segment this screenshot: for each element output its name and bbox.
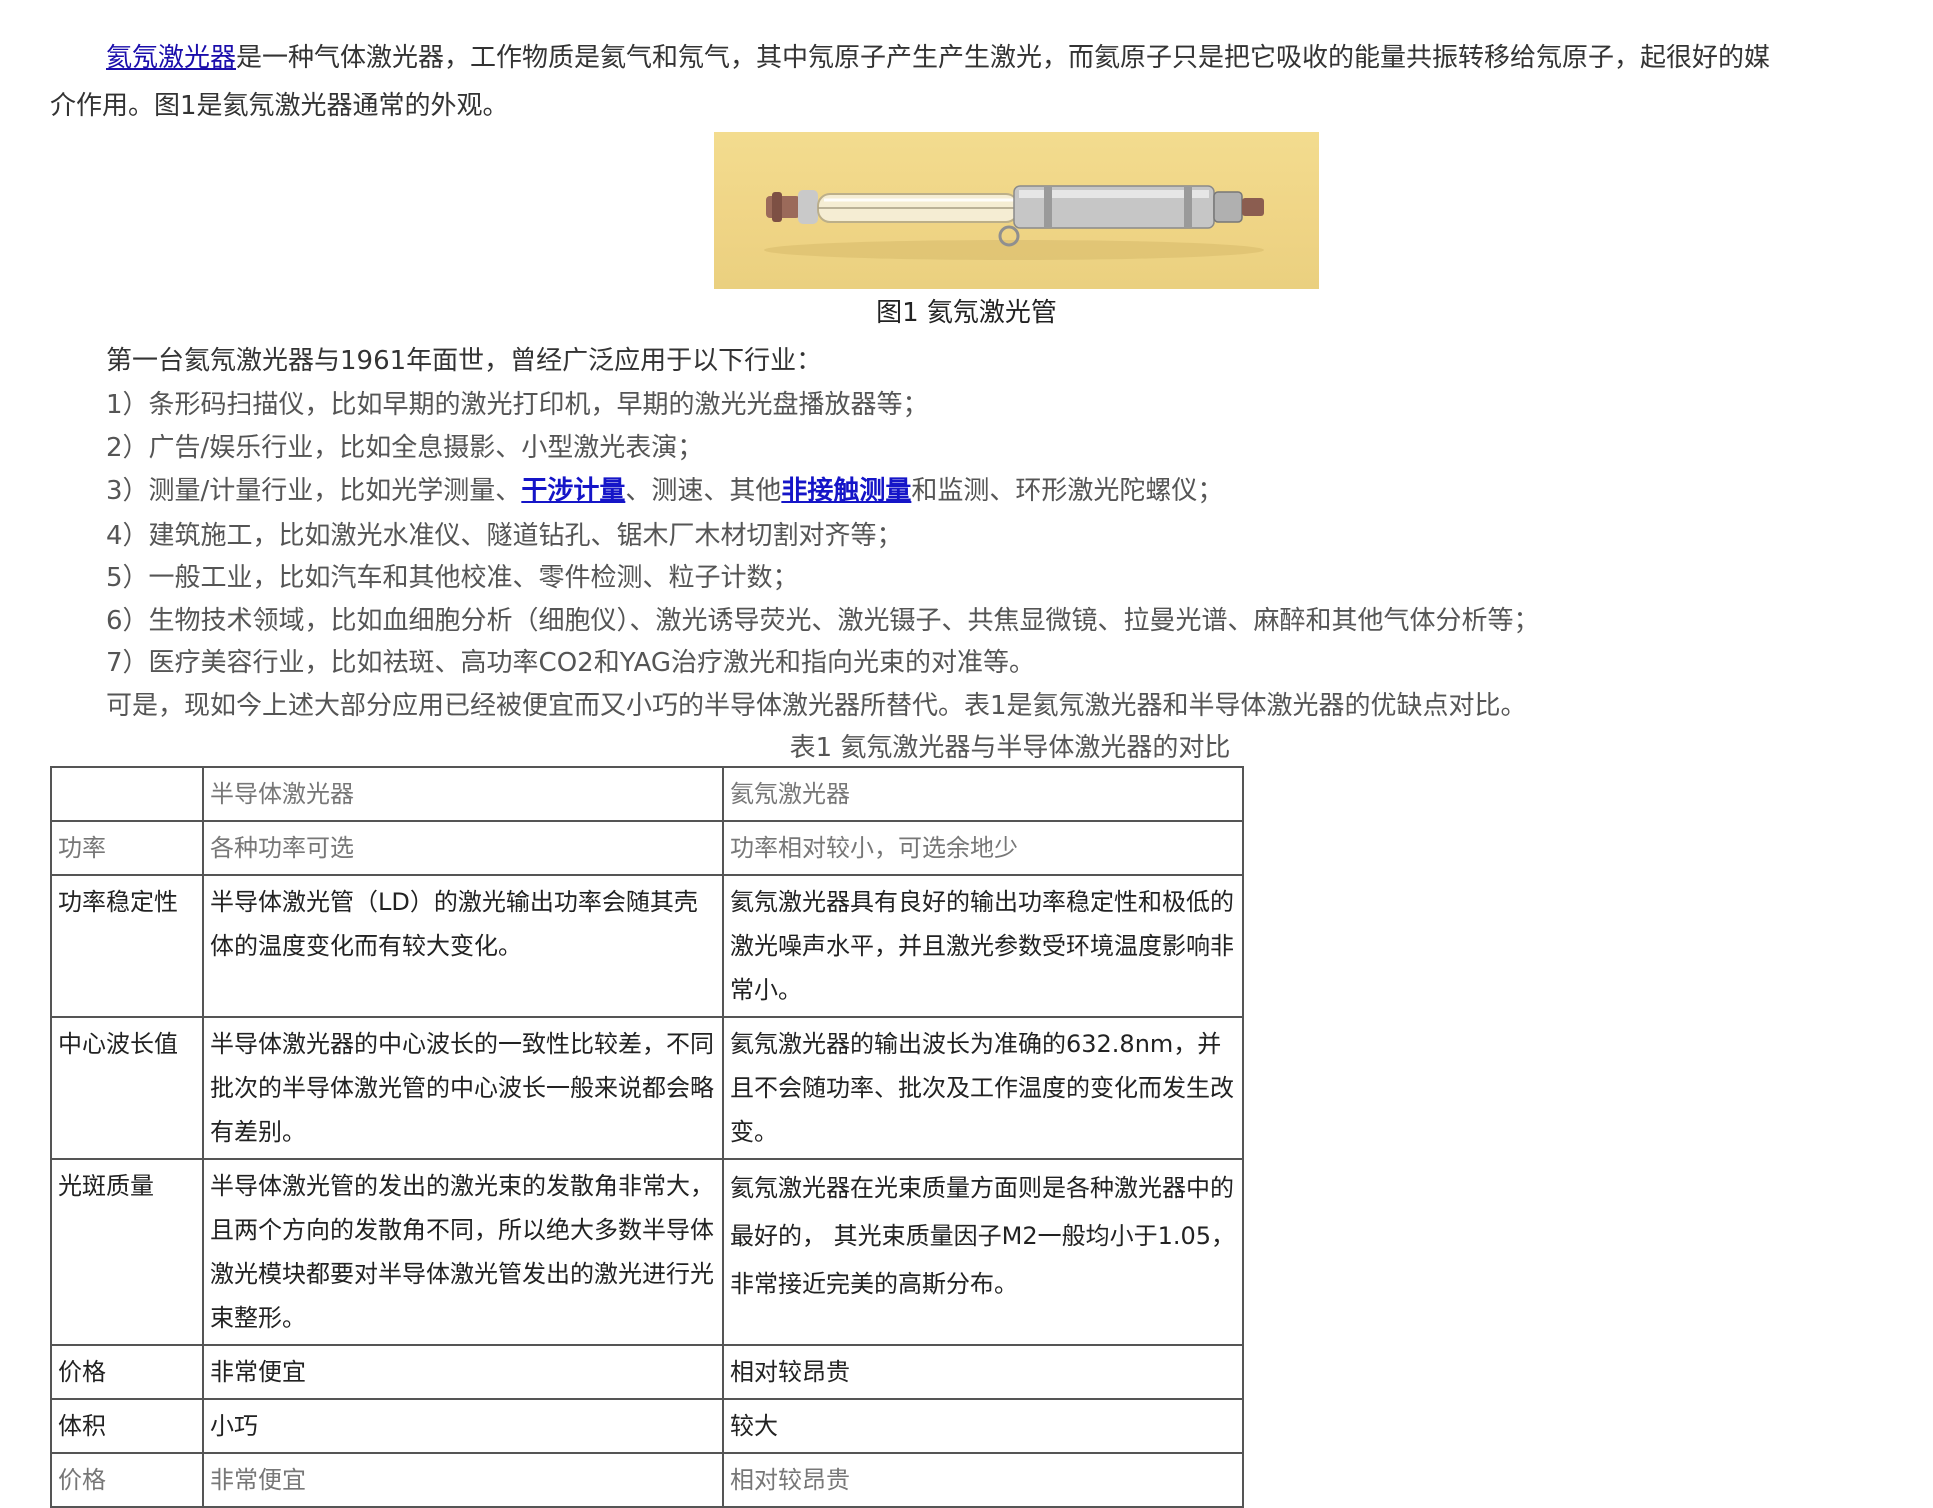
page: { "intro": { "link_text": "氦氖激光器", "text…: [0, 0, 1933, 1508]
table-row: 功率 各种功率可选 功率相对较小，可选余地少: [50, 820, 1244, 876]
table-cell: 光斑质量: [50, 1158, 204, 1346]
table-cell: 价格: [50, 1344, 204, 1400]
intro-text: 是一种气体激光器，工作物质是氦气和氖气，其中氖原子产生产生激光，而氦原子只是把它…: [236, 43, 1771, 73]
table-cell: 半导体激光管（LD）的激光输出功率会随其壳体的温度变化而有较大变化。: [202, 874, 724, 1018]
list-item-text: 和监测、环形激光陀螺仪；: [911, 476, 1224, 506]
table-cell: 价格: [50, 1452, 204, 1508]
figure-caption: 图1 氦氖激光管: [876, 298, 1057, 328]
table-cell: 半导体激光管的发出的激光束的发散角非常大，且两个方向的发散角不同，所以绝大多数半…: [202, 1158, 724, 1346]
table-row: 光斑质量 半导体激光管的发出的激光束的发散角非常大，且两个方向的发散角不同，所以…: [50, 1158, 1244, 1346]
table-cell: 中心波长值: [50, 1016, 204, 1160]
table-row: 体积 小巧 较大: [50, 1398, 1244, 1454]
list-item: 2）广告/娱乐行业，比如全息摄影、小型激光表演；: [106, 433, 704, 463]
non-contact-measurement-link[interactable]: 非接触测量: [781, 476, 911, 506]
list-item: 6）生物技术领域，比如血细胞分析（细胞仪）、激光诱导荧光、激光镊子、共焦显微镜、…: [106, 606, 1540, 636]
table-header-row: 半导体激光器 氦氖激光器: [50, 766, 1244, 822]
table-row: 中心波长值 半导体激光器的中心波长的一致性比较差，不同批次的半导体激光管的中心波…: [50, 1016, 1244, 1160]
laser-tube-image: [714, 132, 1319, 289]
table-cell: 半导体激光器的中心波长的一致性比较差，不同批次的半导体激光管的中心波长一般来说都…: [202, 1016, 724, 1160]
helium-neon-laser-link[interactable]: 氦氖激光器: [106, 43, 236, 73]
table-header-cell: [50, 766, 204, 822]
table-row: 价格 非常便宜 相对较昂贵: [50, 1344, 1244, 1400]
table-header-cell: 半导体激光器: [202, 766, 724, 822]
table-cell: 体积: [50, 1398, 204, 1454]
comparison-table: 半导体激光器 氦氖激光器 功率 各种功率可选 功率相对较小，可选余地少 功率稳定…: [50, 766, 1244, 1508]
list-item: 7）医疗美容行业，比如祛斑、高功率CO2和YAG治疗激光和指向光束的对准等。: [106, 648, 1036, 678]
intro-paragraph: 氦氖激光器是一种气体激光器，工作物质是氦气和氖气，其中氖原子产生产生激光，而氦原…: [50, 34, 1930, 130]
list-item: 1）条形码扫描仪，比如早期的激光打印机，早期的激光光盘播放器等；: [106, 390, 929, 420]
table-cell: 较大: [722, 1398, 1244, 1454]
table-cell: 功率: [50, 820, 204, 876]
laser-tube-drawing: [764, 185, 1264, 260]
table-cell: 相对较昂贵: [722, 1344, 1244, 1400]
table-cell: 小巧: [202, 1398, 724, 1454]
list-item-text: 3）测量/计量行业，比如光学测量、: [106, 476, 522, 506]
table-cell: 功率稳定性: [50, 874, 204, 1018]
table-cell: 非常便宜: [202, 1452, 724, 1508]
table-cell: 氦氖激光器具有良好的输出功率稳定性和极低的激光噪声水平，并且激光参数受环境温度影…: [722, 874, 1244, 1018]
list-item: 5）一般工业，比如汽车和其他校准、零件检测、粒子计数；: [106, 563, 799, 593]
table-cell: 相对较昂贵: [722, 1452, 1244, 1508]
table-cell: 非常便宜: [202, 1344, 724, 1400]
table-caption: 表1 氦氖激光器与半导体激光器的对比: [789, 733, 1231, 763]
intro-text-line2: 介作用。图1是氦氖激光器通常的外观。: [50, 91, 509, 121]
history-intro: 第一台氦氖激光器与1961年面世，曾经广泛应用于以下行业：: [106, 346, 823, 376]
table-row: 功率稳定性 半导体激光管（LD）的激光输出功率会随其壳体的温度变化而有较大变化。…: [50, 874, 1244, 1018]
table-row: 价格 非常便宜 相对较昂贵: [50, 1452, 1244, 1508]
conclusion-text: 可是，现如今上述大部分应用已经被便宜而又小巧的半导体激光器所替代。表1是氦氖激光…: [106, 691, 1527, 721]
table-cell: 功率相对较小，可选余地少: [722, 820, 1244, 876]
interferometry-link[interactable]: 干涉计量: [521, 476, 625, 506]
table-cell: 氦氖激光器在光束质量方面则是各种激光器中的最好的， 其光束质量因子M2一般均小于…: [722, 1158, 1244, 1346]
table-header-cell: 氦氖激光器: [722, 766, 1244, 822]
list-item: 3）测量/计量行业，比如光学测量、干涉计量、测速、其他非接触测量和监测、环形激光…: [106, 470, 1223, 507]
table-cell: 各种功率可选: [202, 820, 724, 876]
list-item: 4）建筑施工，比如激光水准仪、隧道钻孔、锯木厂木材切割对齐等；: [106, 521, 903, 551]
table-cell: 氦氖激光器的输出波长为准确的632.8nm，并且不会随功率、批次及工作温度的变化…: [722, 1016, 1244, 1160]
list-item-text: 、测速、其他: [625, 476, 782, 506]
